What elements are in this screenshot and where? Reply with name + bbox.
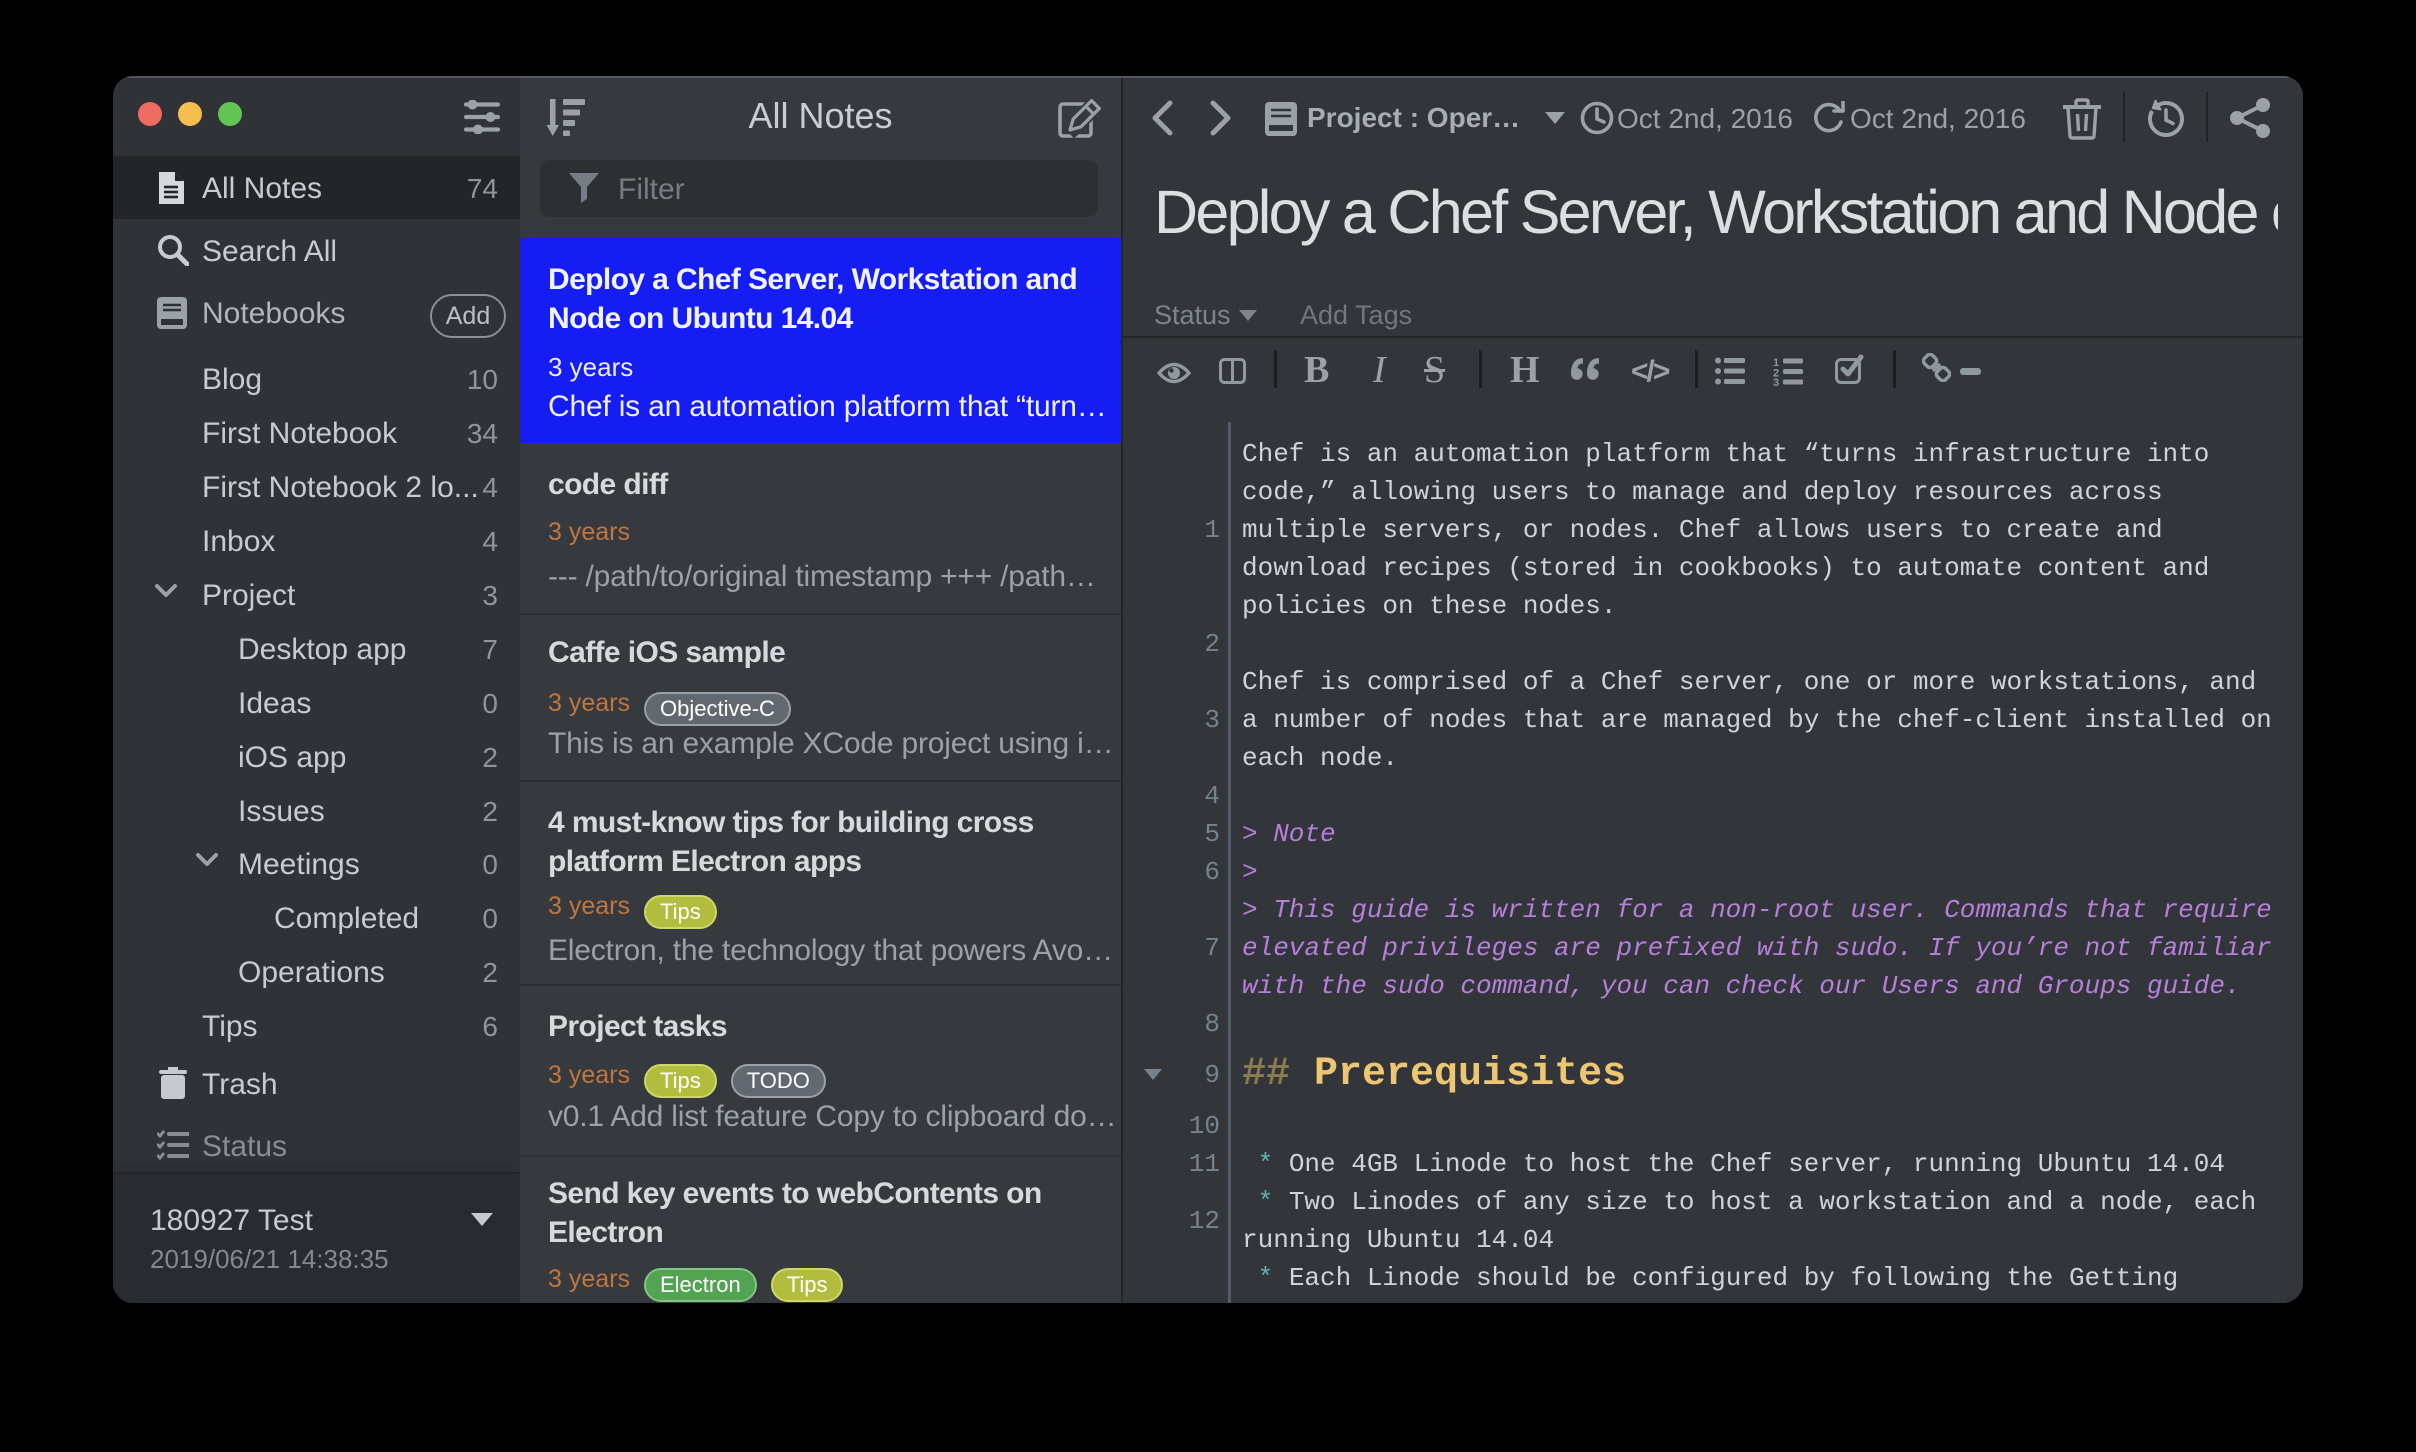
svg-text:3: 3 (1773, 377, 1779, 386)
